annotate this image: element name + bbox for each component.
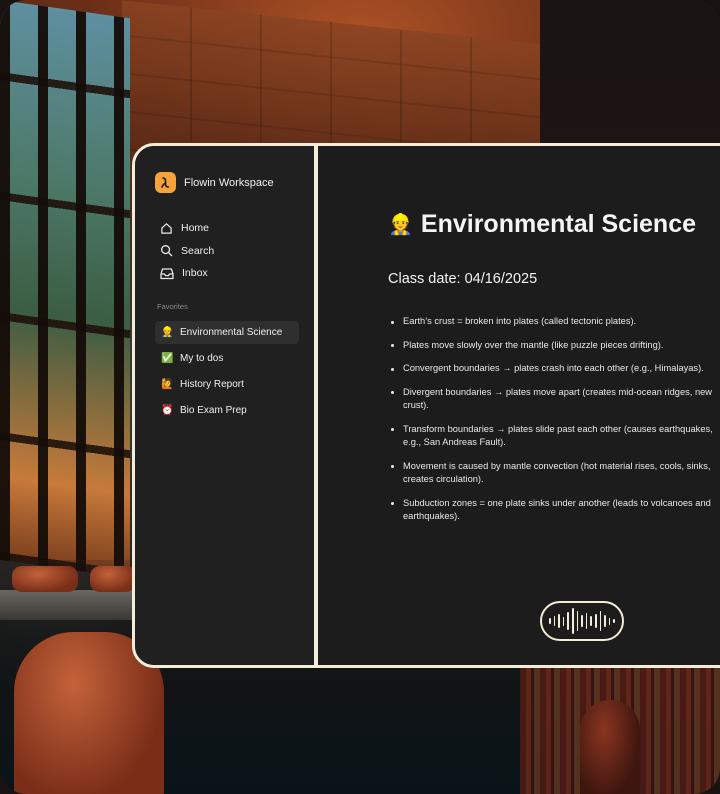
- list-item[interactable]: Movement is caused by mantle convection …: [388, 460, 718, 487]
- list-item[interactable]: Earth’s crust = broken into plates (call…: [388, 315, 718, 329]
- classroom-window: [0, 0, 130, 579]
- favorite-label: Bio Exam Prep: [180, 405, 247, 416]
- workspace-switcher[interactable]: Flowin Workspace: [155, 172, 298, 193]
- list-item[interactable]: Plates move slowly over the mantle (like…: [388, 339, 718, 353]
- favorite-label: Environmental Science: [180, 327, 283, 338]
- list-item[interactable]: Divergent boundaries → plates move apart…: [388, 386, 718, 413]
- voice-record-button[interactable]: [540, 601, 624, 641]
- checkmark-emoji-icon: ✅: [161, 353, 174, 364]
- raising-hand-emoji-icon: 🙋: [161, 379, 174, 390]
- nav-home[interactable]: Home: [155, 217, 298, 239]
- chair: [580, 700, 640, 794]
- workspace-name: Flowin Workspace: [184, 176, 274, 189]
- nav-label: Inbox: [182, 267, 208, 279]
- nav-label: Home: [181, 222, 210, 234]
- desk: [0, 590, 140, 620]
- favorite-label: History Report: [180, 379, 244, 390]
- list-item[interactable]: Subduction zones = one plate sinks under…: [388, 497, 718, 524]
- nav-label: Search: [181, 244, 215, 257]
- inbox-icon: [160, 267, 174, 279]
- class-date[interactable]: Class date: 04/16/2025: [388, 271, 720, 287]
- search-icon: [161, 245, 173, 257]
- sidebar: Flowin Workspace Home Search Inbox Favor…: [135, 146, 318, 665]
- nav-search[interactable]: Search: [155, 240, 298, 262]
- page-content: 👷 Environmental Science Class date: 04/1…: [318, 146, 720, 665]
- favorite-my-to-dos[interactable]: ✅ My to dos: [155, 347, 299, 370]
- list-item[interactable]: Transform boundaries → plates slide past…: [388, 423, 718, 450]
- flowin-logo-icon: [155, 172, 176, 193]
- alarm-clock-emoji-icon: ⏰: [161, 405, 174, 416]
- page-title[interactable]: 👷 Environmental Science: [388, 210, 720, 239]
- chair: [12, 566, 78, 592]
- worker-emoji-icon: 👷: [161, 327, 174, 338]
- voice-waveform-icon: [549, 608, 615, 634]
- favorite-bio-exam-prep[interactable]: ⏰ Bio Exam Prep: [155, 399, 299, 422]
- notes-list: Earth’s crust = broken into plates (call…: [388, 315, 718, 524]
- list-item[interactable]: Convergent boundaries → plates crash int…: [388, 362, 718, 376]
- nav-inbox[interactable]: Inbox: [155, 262, 298, 284]
- app-window: Flowin Workspace Home Search Inbox Favor…: [132, 143, 720, 668]
- page-title-text: Environmental Science: [420, 210, 697, 238]
- favorite-environmental-science[interactable]: 👷 Environmental Science: [155, 321, 299, 344]
- favorites-label: Favorites: [157, 302, 188, 311]
- home-icon: [161, 222, 172, 234]
- favorite-label: My to dos: [180, 353, 224, 364]
- favorite-history-report[interactable]: 🙋 History Report: [155, 373, 299, 396]
- worker-emoji-icon: 👷: [388, 214, 413, 236]
- chair: [90, 566, 136, 592]
